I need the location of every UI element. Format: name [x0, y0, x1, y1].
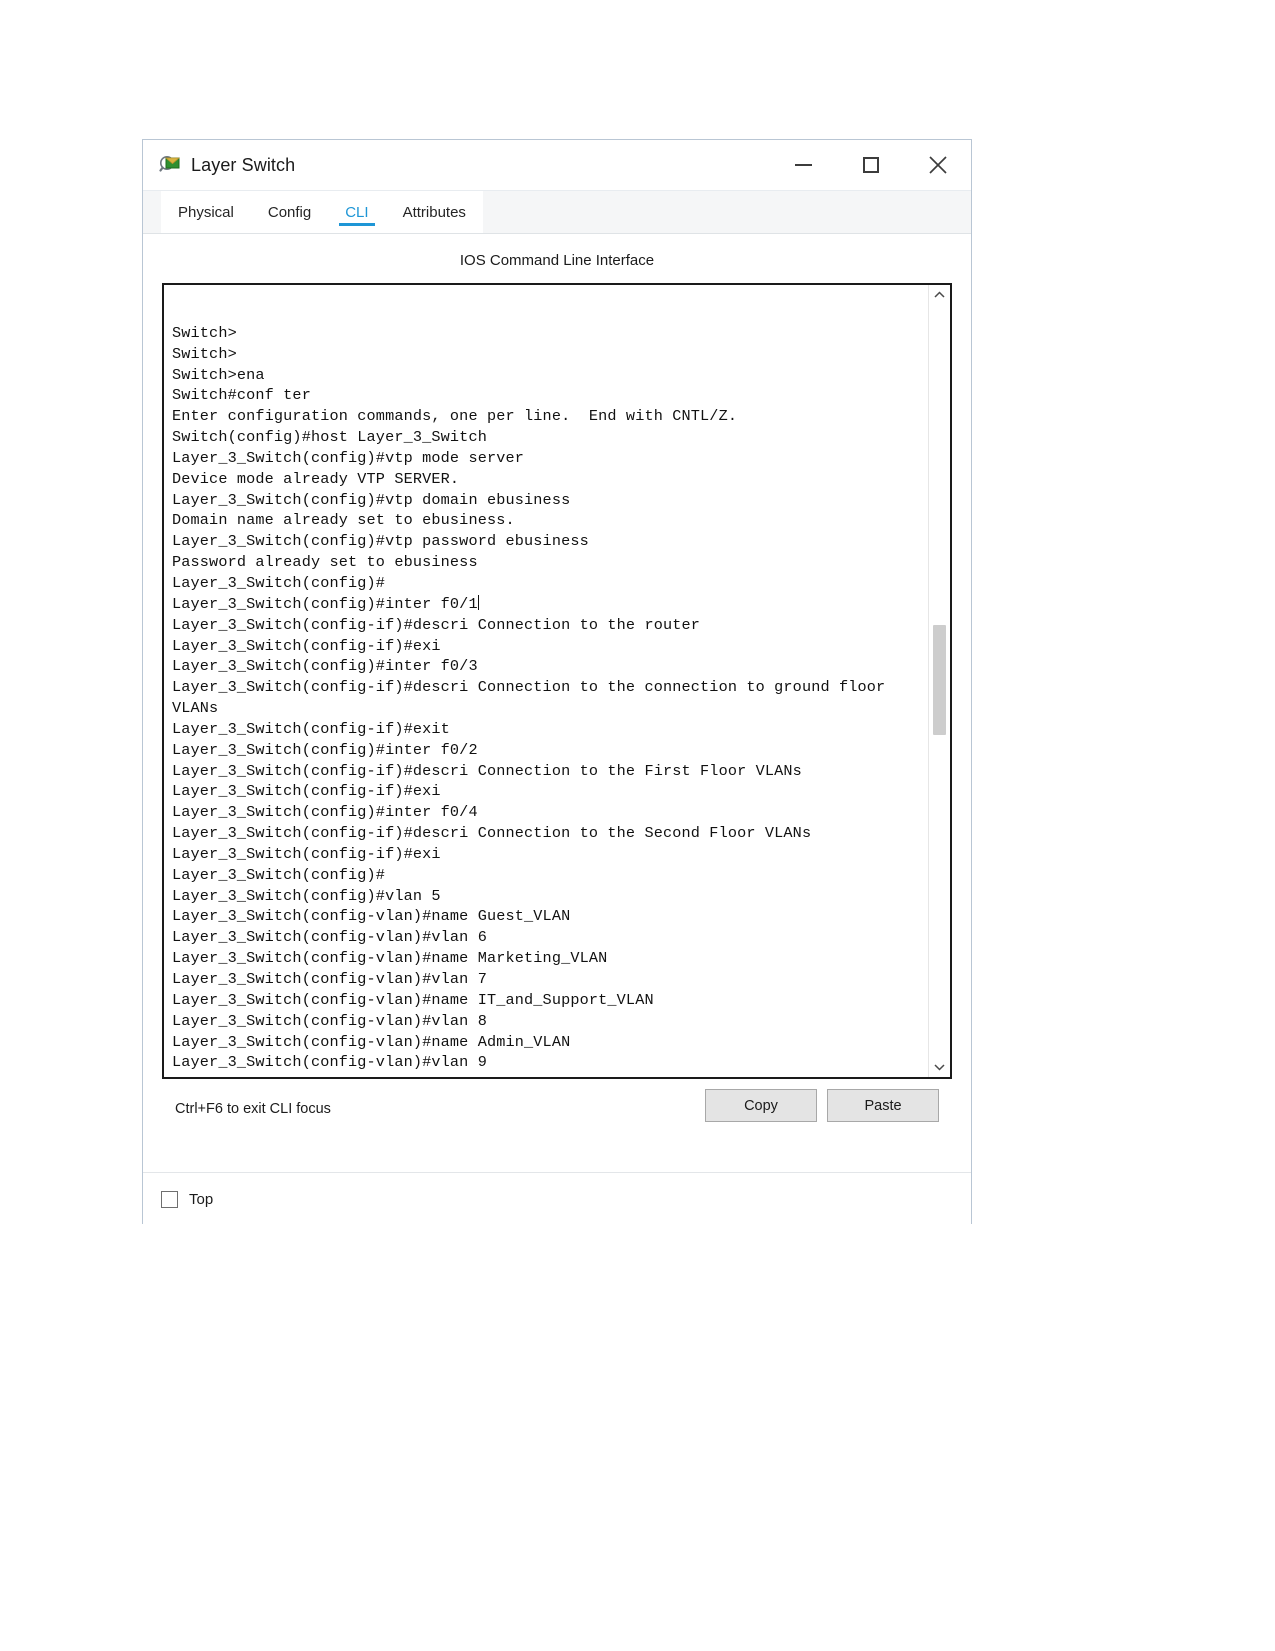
- maximize-icon: [862, 157, 879, 173]
- tab-physical[interactable]: Physical: [161, 191, 251, 233]
- paste-button[interactable]: Paste: [827, 1089, 939, 1122]
- active-tab-underline: [339, 223, 375, 226]
- window-title: Layer Switch: [191, 155, 296, 175]
- close-button[interactable]: [904, 140, 971, 190]
- terminal-output[interactable]: Switch> Switch> Switch>ena Switch#conf t…: [164, 285, 928, 1077]
- copy-button[interactable]: Copy: [705, 1089, 817, 1122]
- tab-physical-label: Physical: [178, 203, 234, 221]
- tab-attributes-label: Attributes: [402, 203, 466, 221]
- maximize-button[interactable]: [837, 140, 904, 190]
- tab-bar: Physical Config CLI Attributes: [143, 191, 971, 234]
- cli-focus-hint: Ctrl+F6 to exit CLI focus: [175, 1101, 331, 1117]
- device-window: Layer Switch Physical Config CLI Attribu…: [142, 139, 972, 1225]
- window-footer: Top: [143, 1173, 971, 1225]
- minimize-icon: [795, 164, 812, 166]
- close-icon: [928, 155, 948, 175]
- tab-attributes[interactable]: Attributes: [385, 191, 483, 233]
- tab-cli-label: CLI: [345, 203, 369, 221]
- scroll-down-button[interactable]: [929, 1057, 950, 1077]
- terminal-scrollbar[interactable]: [928, 285, 950, 1077]
- cli-heading: IOS Command Line Interface: [459, 252, 655, 269]
- text-caret: [477, 594, 479, 610]
- terminal-text-after-caret: Layer_3_Switch(config-if)#descri Connect…: [172, 615, 886, 1072]
- scrollbar-thumb[interactable]: [933, 625, 946, 735]
- packet-tracer-device-icon: [159, 154, 181, 176]
- window-controls: [770, 140, 971, 190]
- scroll-up-button[interactable]: [929, 285, 950, 305]
- cli-panel: IOS Command Line Interface Switch> Switc…: [143, 234, 971, 1173]
- window-titlebar: Layer Switch: [143, 140, 971, 191]
- minimize-button[interactable]: [770, 140, 837, 190]
- chevron-down-icon: [934, 1063, 945, 1071]
- top-checkbox[interactable]: [161, 1190, 178, 1208]
- top-checkbox-label: Top: [189, 1190, 214, 1208]
- chevron-up-icon: [934, 291, 945, 299]
- page-root: Layer Switch Physical Config CLI Attribu…: [0, 0, 1275, 1651]
- cli-panel-inner: IOS Command Line Interface Switch> Switc…: [161, 234, 953, 1172]
- tab-config-label: Config: [267, 203, 312, 221]
- terminal-container: Switch> Switch> Switch>ena Switch#conf t…: [162, 283, 952, 1079]
- tab-config[interactable]: Config: [250, 191, 329, 233]
- tab-cli[interactable]: CLI: [328, 191, 386, 233]
- terminal-text-before-caret: Switch> Switch> Switch>ena Switch#conf t…: [172, 323, 738, 613]
- cli-footer: Ctrl+F6 to exit CLI focus Copy Paste: [161, 1079, 953, 1179]
